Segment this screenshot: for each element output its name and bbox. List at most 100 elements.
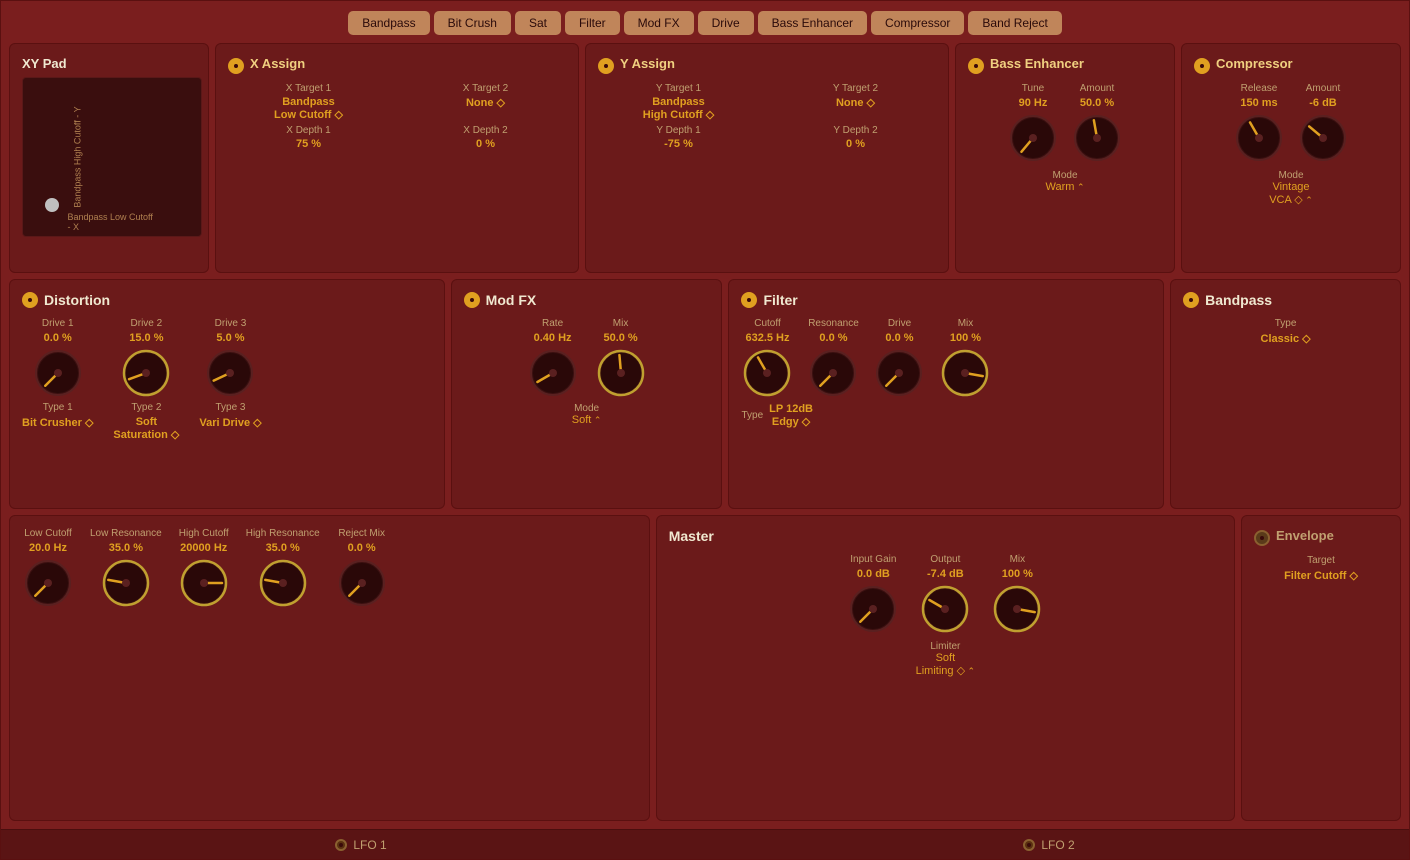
bass-amount-group: Amount 50.0 % bbox=[1071, 83, 1123, 164]
type2-value[interactable]: SoftSaturation ◇ bbox=[113, 416, 179, 441]
distortion-power[interactable] bbox=[22, 292, 38, 308]
bass-amount-knob[interactable] bbox=[1071, 112, 1123, 164]
drive3-value: 5.0 % bbox=[216, 332, 244, 344]
x-depth2-label: X Depth 2 bbox=[405, 125, 566, 136]
drive3-knob[interactable] bbox=[204, 347, 256, 399]
tab-bandpass[interactable]: Bandpass bbox=[348, 11, 429, 35]
high-res-knob[interactable] bbox=[257, 557, 309, 609]
type2-label: Type 2 bbox=[131, 402, 161, 413]
lfo2-text: LFO 2 bbox=[1041, 838, 1074, 852]
bass-enhancer-power[interactable] bbox=[968, 58, 984, 74]
tab-sat[interactable]: Sat bbox=[515, 11, 561, 35]
compressor-power[interactable] bbox=[1194, 58, 1210, 74]
x-assign-power[interactable] bbox=[228, 58, 244, 74]
master-limiter-value[interactable]: SoftLimiting ◇ bbox=[916, 652, 975, 677]
bandpass-power[interactable] bbox=[1183, 292, 1199, 308]
x-depth1-value[interactable]: 75 % bbox=[228, 138, 389, 150]
drive1-value: 0.0 % bbox=[44, 332, 72, 344]
bass-mode-value[interactable]: Warm bbox=[1046, 181, 1085, 193]
comp-amount-label: Amount bbox=[1306, 83, 1340, 94]
modfx-panel: Mod FX Rate 0.40 Hz Mix bbox=[451, 279, 723, 509]
master-mix-group: Mix 100 % bbox=[991, 554, 1043, 635]
filter-mix-knob[interactable] bbox=[939, 347, 991, 399]
drive1-knob[interactable] bbox=[32, 347, 84, 399]
low-res-knob[interactable] bbox=[100, 557, 152, 609]
envelope-header: Envelope bbox=[1254, 528, 1388, 547]
filter-cutoff-group: Cutoff 632.5 Hz bbox=[741, 318, 793, 399]
master-mix-knob[interactable] bbox=[991, 583, 1043, 635]
modfx-knobs-row: Rate 0.40 Hz Mix 50.0 % bbox=[464, 318, 710, 399]
modfx-mode-value[interactable]: Soft bbox=[572, 414, 602, 426]
y-target2-value[interactable]: None ◇ bbox=[775, 96, 936, 109]
y-depth2-value[interactable]: 0 % bbox=[775, 138, 936, 150]
x-target2-value[interactable]: None ◇ bbox=[405, 96, 566, 109]
master-output-label: Output bbox=[930, 554, 960, 565]
master-knobs: Input Gain 0.0 dB Output -7.4 dB bbox=[669, 554, 1222, 635]
envelope-target-value[interactable]: Filter Cutoff ◇ bbox=[1284, 569, 1358, 582]
low-cutoff-label: Low Cutoff bbox=[24, 528, 72, 539]
lfo1-power[interactable] bbox=[335, 839, 347, 851]
bandpass-type-value[interactable]: Classic ◇ bbox=[1261, 332, 1311, 345]
modfx-power[interactable] bbox=[464, 292, 480, 308]
master-input-knob[interactable] bbox=[847, 583, 899, 635]
type3-value[interactable]: Vari Drive ◇ bbox=[199, 416, 261, 429]
low-cutoff-value: 20.0 Hz bbox=[29, 542, 67, 554]
drive2-knob[interactable] bbox=[120, 347, 172, 399]
tab-bass-enhancer[interactable]: Bass Enhancer bbox=[758, 11, 867, 35]
low-cutoff-knob[interactable] bbox=[22, 557, 74, 609]
filter-cutoff-knob[interactable] bbox=[741, 347, 793, 399]
x-depth2-value[interactable]: 0 % bbox=[405, 138, 566, 150]
filter-panel: Filter Cutoff 632.5 Hz Reso bbox=[728, 279, 1164, 509]
tab-filter[interactable]: Filter bbox=[565, 11, 620, 35]
master-output-knob[interactable] bbox=[919, 583, 971, 635]
master-limiter-label: Limiter bbox=[930, 641, 960, 652]
filter-mix-group: Mix 100 % bbox=[939, 318, 991, 399]
distortion-title: Distortion bbox=[44, 292, 110, 308]
high-cutoff-value: 20000 Hz bbox=[180, 542, 227, 554]
modfx-rate-knob[interactable] bbox=[527, 347, 579, 399]
bass-enhancer-header: Bass Enhancer bbox=[968, 56, 1162, 75]
modfx-mix-label: Mix bbox=[613, 318, 629, 329]
filter-type-value[interactable]: LP 12dBEdgy ◇ bbox=[769, 403, 813, 428]
master-output-group: Output -7.4 dB bbox=[919, 554, 971, 635]
envelope-power[interactable] bbox=[1254, 530, 1270, 546]
bass-tune-label: Tune bbox=[1022, 83, 1044, 94]
filter-cutoff-value: 632.5 Hz bbox=[745, 332, 789, 344]
filter-drive-knob[interactable] bbox=[873, 347, 925, 399]
tab-bitcrush[interactable]: Bit Crush bbox=[434, 11, 511, 35]
y-assign-power[interactable] bbox=[598, 58, 614, 74]
x-assign-title: X Assign bbox=[250, 56, 305, 71]
comp-release-knob[interactable] bbox=[1233, 112, 1285, 164]
tab-compressor[interactable]: Compressor bbox=[871, 11, 964, 35]
reject-mix-knob[interactable] bbox=[336, 557, 388, 609]
xy-pad-dot bbox=[45, 198, 59, 212]
y-depth1-value[interactable]: -75 % bbox=[598, 138, 759, 150]
type1-value[interactable]: Bit Crusher ◇ bbox=[22, 416, 93, 429]
drive3-group: Drive 3 5.0 % Type 3 Vari Drive ◇ bbox=[199, 318, 261, 429]
drive3-label: Drive 3 bbox=[215, 318, 247, 329]
xy-pad-box[interactable]: Bandpass High Cutoff - Y Bandpass Low Cu… bbox=[22, 77, 202, 237]
xy-pad-title: XY Pad bbox=[22, 56, 196, 71]
x-target1-value[interactable]: BandpassLow Cutoff ◇ bbox=[228, 96, 389, 121]
high-cutoff-label: High Cutoff bbox=[179, 528, 229, 539]
bass-amount-label: Amount bbox=[1080, 83, 1114, 94]
modfx-mix-knob[interactable] bbox=[595, 347, 647, 399]
y-target1-value[interactable]: BandpassHigh Cutoff ◇ bbox=[598, 96, 759, 121]
filter-resonance-knob[interactable] bbox=[807, 347, 859, 399]
comp-amount-knob[interactable] bbox=[1297, 112, 1349, 164]
bass-mode-label: Mode bbox=[1052, 170, 1077, 181]
lfo2-power[interactable] bbox=[1023, 839, 1035, 851]
comp-mode-value[interactable]: VintageVCA ◇ bbox=[1269, 181, 1313, 206]
filter-cutoff-label: Cutoff bbox=[754, 318, 781, 329]
lfo1-text: LFO 1 bbox=[353, 838, 386, 852]
filter-power[interactable] bbox=[741, 292, 757, 308]
modfx-header: Mod FX bbox=[464, 292, 710, 308]
modfx-mix-value: 50.0 % bbox=[603, 332, 637, 344]
bass-tune-knob[interactable] bbox=[1007, 112, 1059, 164]
compressor-panel: Compressor Release 150 ms A bbox=[1181, 43, 1401, 273]
tab-drive[interactable]: Drive bbox=[698, 11, 754, 35]
tab-band-reject[interactable]: Band Reject bbox=[968, 11, 1061, 35]
high-cutoff-knob[interactable] bbox=[178, 557, 230, 609]
tab-modfx[interactable]: Mod FX bbox=[624, 11, 694, 35]
y-target2-label: Y Target 2 bbox=[775, 83, 936, 94]
